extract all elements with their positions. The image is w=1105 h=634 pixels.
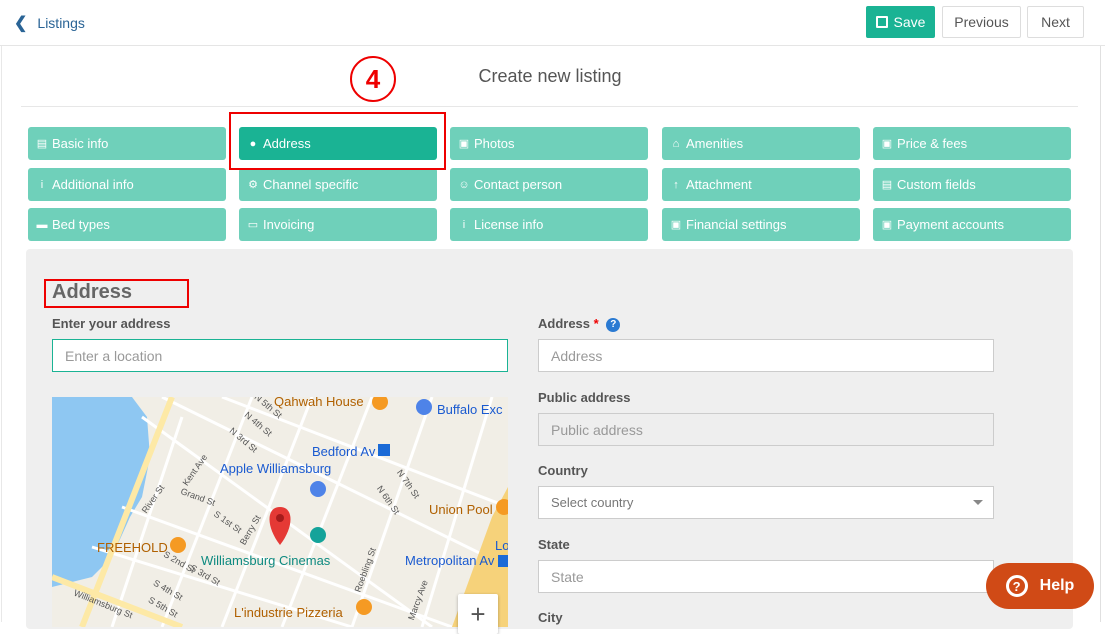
id-card-icon: ▤ [36, 138, 48, 150]
help-label: Help [1039, 577, 1075, 594]
highlight-box-address-heading [44, 279, 189, 308]
tab-label: Invoicing [263, 217, 315, 232]
public-address-input: Public address [538, 413, 994, 446]
map-label-freehold: FREEHOLD [97, 540, 168, 555]
map-label-buffalo: Buffalo Exc [437, 402, 503, 417]
tab-payment-accounts[interactable]: ▣ Payment accounts [873, 208, 1071, 241]
map[interactable]: Qahwah House Buffalo Exc Bedford Av Appl… [52, 397, 508, 627]
tab-label: Additional info [52, 177, 134, 192]
tab-amenities[interactable]: ⌂ Amenities [662, 127, 860, 160]
previous-button[interactable]: Previous [942, 6, 1021, 38]
tab-additional-info[interactable]: i Additional info [28, 168, 226, 201]
tab-license-info[interactable]: i License info [450, 208, 648, 241]
map-label-metropolitan: Metropolitan Av [405, 553, 495, 568]
chevron-left-icon: ❮ [14, 15, 28, 32]
tab-financial-settings[interactable]: ▣ Financial settings [662, 208, 860, 241]
tab-label: Price & fees [897, 136, 968, 151]
required-asterisk: * [593, 316, 599, 331]
map-label-lo: Lo [495, 538, 508, 553]
tab-label: Photos [474, 136, 515, 151]
tab-attachment[interactable]: ↑ Attachment [662, 168, 860, 201]
tab-contact-person[interactable]: ☺ Contact person [450, 168, 648, 201]
country-select-value: Select country [551, 495, 634, 510]
left-border [1, 46, 2, 622]
tab-basic-info[interactable]: ▤ Basic info [28, 127, 226, 160]
floppy-disk-icon [875, 16, 888, 28]
country-select[interactable]: Select country [538, 486, 994, 519]
state-label: State [538, 537, 570, 552]
tab-label: Financial settings [686, 217, 787, 232]
address-label: Address * ? [538, 316, 621, 332]
credit-card-icon: ▭ [247, 219, 259, 231]
top-bar: ❮ Listings Save Previous Next [0, 0, 1105, 46]
tab-label: Amenities [686, 136, 744, 151]
map-label-union-pool: Union Pool [429, 502, 493, 517]
title-divider [21, 106, 1078, 107]
step-number-annotation: 4 [350, 56, 396, 102]
tab-label: Custom fields [897, 177, 976, 192]
map-label-bedford: Bedford Av [312, 444, 376, 459]
address-label-text: Address [538, 316, 591, 331]
tab-label: Basic info [52, 136, 109, 151]
user-icon: ☺ [458, 178, 470, 191]
page-title: Create new listing [478, 66, 622, 86]
tab-channel-specific[interactable]: ⚙ Channel specific [239, 168, 437, 201]
info-icon: i [40, 178, 44, 191]
help-button[interactable]: ? Help [986, 563, 1094, 609]
tab-invoicing[interactable]: ▭ Invoicing [239, 208, 437, 241]
tab-label: Attachment [686, 177, 752, 192]
city-label: City [538, 610, 563, 625]
highlight-box-address-tab [229, 112, 446, 170]
upload-icon: ↑ [673, 178, 679, 191]
map-label-lindustrie: L'industrie Pizzeria [234, 605, 343, 620]
tab-label: Channel specific [263, 177, 359, 192]
map-label-qahwah: Qahwah House [274, 397, 364, 409]
money-icon: ▣ [670, 219, 682, 231]
money-icon: ▣ [881, 219, 893, 231]
gear-icon: ⚙ [248, 179, 258, 191]
money-icon: ▣ [881, 138, 893, 150]
back-to-listings-link[interactable]: ❮ Listings [14, 13, 85, 33]
map-zoom-in-button[interactable]: + [458, 594, 498, 634]
tab-custom-fields[interactable]: ▤ Custom fields [873, 168, 1071, 201]
map-label-apple: Apple Williamsburg [220, 461, 332, 476]
back-label: Listings [37, 15, 85, 31]
tab-photos[interactable]: ▣ Photos [450, 127, 648, 160]
id-card-icon: ▤ [881, 179, 893, 191]
question-circle-icon: ? [1005, 575, 1028, 597]
tab-label: Payment accounts [897, 217, 1004, 232]
right-border [1100, 46, 1101, 622]
tab-label: License info [474, 217, 544, 232]
location-search-input[interactable]: Enter a location [52, 339, 508, 372]
tab-label: Contact person [474, 177, 563, 192]
map-label-cinemas: Williamsburg Cinemas [201, 553, 331, 568]
enter-address-label: Enter your address [52, 316, 171, 331]
state-input[interactable]: State [538, 560, 994, 593]
question-circle-icon[interactable]: ? [606, 317, 621, 332]
camera-icon: ▣ [458, 138, 470, 150]
country-label: Country [538, 463, 588, 478]
tab-price-fees[interactable]: ▣ Price & fees [873, 127, 1071, 160]
save-label: Save [893, 14, 926, 30]
bed-icon: ▬ [36, 218, 48, 231]
tab-label: Bed types [52, 217, 110, 232]
caret-down-icon [973, 500, 983, 505]
tab-bed-types[interactable]: ▬ Bed types [28, 208, 226, 241]
address-input[interactable]: Address [538, 339, 994, 372]
home-icon: ⌂ [672, 137, 680, 150]
public-address-label: Public address [538, 390, 631, 405]
next-button[interactable]: Next [1027, 6, 1084, 38]
info-icon: i [462, 218, 466, 231]
save-button[interactable]: Save [866, 6, 935, 38]
